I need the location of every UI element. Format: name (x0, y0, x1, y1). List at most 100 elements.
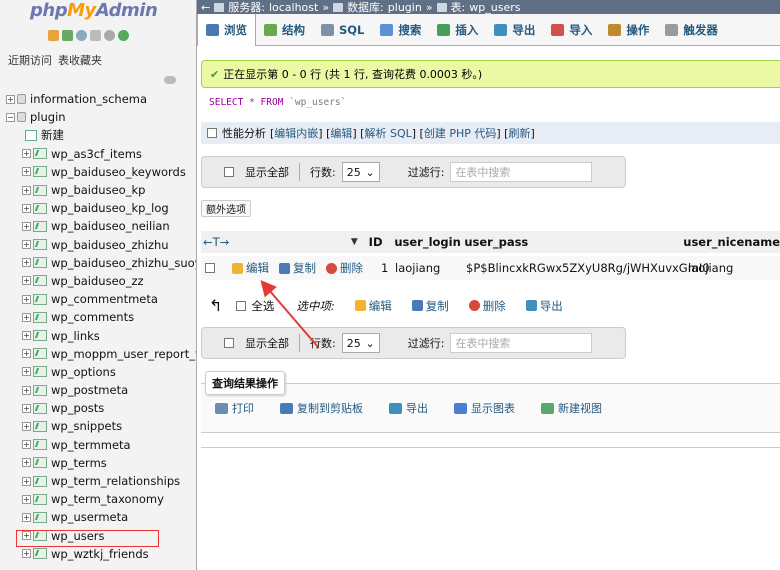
tab-4[interactable]: 插入 (429, 14, 486, 46)
expand-icon[interactable]: + (22, 421, 31, 431)
table-node[interactable]: + wp_termmeta (0, 436, 196, 454)
extra-options-button[interactable]: 额外选项 (201, 200, 251, 217)
table-name[interactable]: wp_terms (51, 456, 107, 470)
table-node[interactable]: + wp_posts (0, 399, 196, 417)
table-node[interactable]: + wp_comments (0, 308, 196, 326)
db-name[interactable]: information_schema (30, 92, 147, 106)
table-name[interactable]: wp_comments (51, 310, 134, 324)
tab-2[interactable]: SQL (313, 14, 372, 46)
table-node[interactable]: + wp_postmeta (0, 381, 196, 399)
table-name[interactable]: wp_wztkj_friends (51, 547, 149, 561)
tab-3[interactable]: 搜索 (372, 14, 429, 46)
column-user-login[interactable]: user_login (394, 235, 464, 249)
table-node[interactable]: + wp_term_relationships (0, 472, 196, 490)
table-node[interactable]: + wp_snippets (0, 417, 196, 435)
table-node[interactable]: + wp_baiduseo_neilian (0, 217, 196, 235)
row-copy-button[interactable]: 复制 (279, 260, 316, 276)
db-node[interactable]: + information_schema (0, 90, 196, 108)
expand-icon[interactable]: + (22, 185, 31, 195)
expand-icon[interactable]: + (22, 458, 31, 468)
filter-input[interactable]: 在表中搜索 (450, 333, 593, 353)
bulk-copy-button[interactable]: 复制 (411, 298, 449, 314)
expand-icon[interactable]: + (22, 221, 31, 231)
table-name[interactable]: wp_baiduseo_kp_log (51, 201, 169, 215)
table-name[interactable]: wp_as3cf_items (51, 147, 142, 161)
table-name[interactable]: wp_options (51, 365, 116, 379)
query-op-2[interactable]: 导出 (389, 400, 428, 416)
query-op-label[interactable]: 打印 (232, 400, 254, 416)
rows-select[interactable]: 25 ⌄ (341, 162, 380, 182)
column-user-nicename[interactable]: user_nicename (683, 235, 780, 249)
table-name[interactable]: wp_baiduseo_zhizhu (51, 238, 169, 252)
expand-icon[interactable]: + (22, 403, 31, 413)
column-user-pass[interactable]: user_pass (464, 235, 683, 249)
rows-select[interactable]: 25 ⌄ (341, 333, 380, 353)
table-node[interactable]: + wp_baiduseo_kp_log (0, 199, 196, 217)
tab-label[interactable]: 触发器 (683, 22, 718, 38)
filter-input[interactable]: 在表中搜索 (450, 162, 593, 182)
sort-desc-icon[interactable]: ▼ (351, 237, 369, 247)
expand-icon[interactable]: + (22, 258, 31, 268)
tab-7[interactable]: 操作 (600, 14, 657, 46)
tab-8[interactable]: 触发器 (657, 14, 726, 46)
expand-icon[interactable]: + (22, 331, 31, 341)
table-name[interactable]: wp_baiduseo_kp (51, 183, 145, 197)
home-icon[interactable] (48, 30, 59, 41)
query-op-0[interactable]: 打印 (215, 400, 254, 416)
table-node[interactable]: + wp_baiduseo_kp (0, 181, 196, 199)
tab-1[interactable]: 结构 (256, 14, 313, 46)
table-name[interactable]: wp_term_relationships (51, 474, 180, 488)
check-all-checkbox[interactable] (236, 300, 247, 311)
tab-0[interactable]: 浏览 (197, 13, 256, 46)
db-name[interactable]: plugin (30, 110, 66, 124)
table-node[interactable]: + wp_links (0, 326, 196, 344)
expand-icon[interactable]: + (22, 549, 31, 559)
reload-icon[interactable] (118, 30, 129, 41)
table-node[interactable]: + wp_wztkj_friends (0, 545, 196, 563)
tab-label[interactable]: 导入 (569, 22, 592, 38)
link-icon[interactable] (164, 76, 176, 84)
expand-icon[interactable]: + (22, 385, 31, 395)
bulk-edit-button[interactable]: 编辑 (354, 298, 392, 314)
expand-icon[interactable]: + (22, 203, 31, 213)
expand-icon[interactable]: + (22, 349, 31, 359)
breadcrumb-db[interactable]: plugin (388, 1, 422, 14)
table-node[interactable]: + wp_moppm_user_report_table (0, 345, 196, 363)
show-all-checkbox[interactable] (224, 338, 234, 348)
tab-label[interactable]: 搜索 (398, 22, 421, 38)
expand-icon[interactable]: + (22, 476, 31, 486)
table-node[interactable]: + wp_usermeta (0, 508, 196, 526)
row-checkbox[interactable] (205, 263, 215, 273)
breadcrumb-table[interactable]: wp_users (469, 1, 520, 14)
tab-label[interactable]: 结构 (282, 22, 305, 38)
table-name[interactable]: wp_baiduseo_keywords (51, 165, 186, 179)
table-node[interactable]: + wp_baiduseo_zhizhu_suoyin (0, 254, 196, 272)
expand-icon[interactable]: + (22, 312, 31, 322)
expand-icon[interactable]: + (22, 440, 31, 450)
tab-5[interactable]: 导出 (486, 14, 543, 46)
breadcrumb-server[interactable]: localhost (269, 1, 318, 14)
query-op-3[interactable]: 显示图表 (454, 400, 515, 416)
query-op-label[interactable]: 复制到剪贴板 (297, 400, 363, 416)
show-all-checkbox[interactable] (224, 167, 234, 177)
table-node[interactable]: + wp_options (0, 363, 196, 381)
table-node[interactable]: + wp_terms (0, 454, 196, 472)
row-edit-button[interactable]: 编辑 (232, 260, 269, 276)
explain-sql-link[interactable]: 解析 SQL (364, 125, 411, 141)
expand-icon[interactable]: + (22, 167, 31, 177)
bulk-delete-button[interactable]: 删除 (468, 298, 506, 314)
table-name[interactable]: wp_term_taxonomy (51, 492, 164, 506)
tab-label[interactable]: 插入 (455, 22, 478, 38)
profiling-checkbox[interactable] (207, 128, 217, 138)
table-node[interactable]: + wp_as3cf_items (0, 145, 196, 163)
table-name[interactable]: wp_commentmeta (51, 292, 158, 306)
db-node[interactable]: − plugin (0, 108, 196, 126)
query-op-label[interactable]: 导出 (406, 400, 428, 416)
table-name[interactable]: wp_posts (51, 401, 104, 415)
table-name[interactable]: wp_baiduseo_neilian (51, 219, 170, 233)
refresh-link[interactable]: 刷新 (508, 125, 530, 141)
query-op-label[interactable]: 新建视图 (558, 400, 602, 416)
tab-label[interactable]: 操作 (626, 22, 649, 38)
table-name[interactable]: wp_links (51, 329, 100, 343)
table-name[interactable]: wp_usermeta (51, 510, 128, 524)
